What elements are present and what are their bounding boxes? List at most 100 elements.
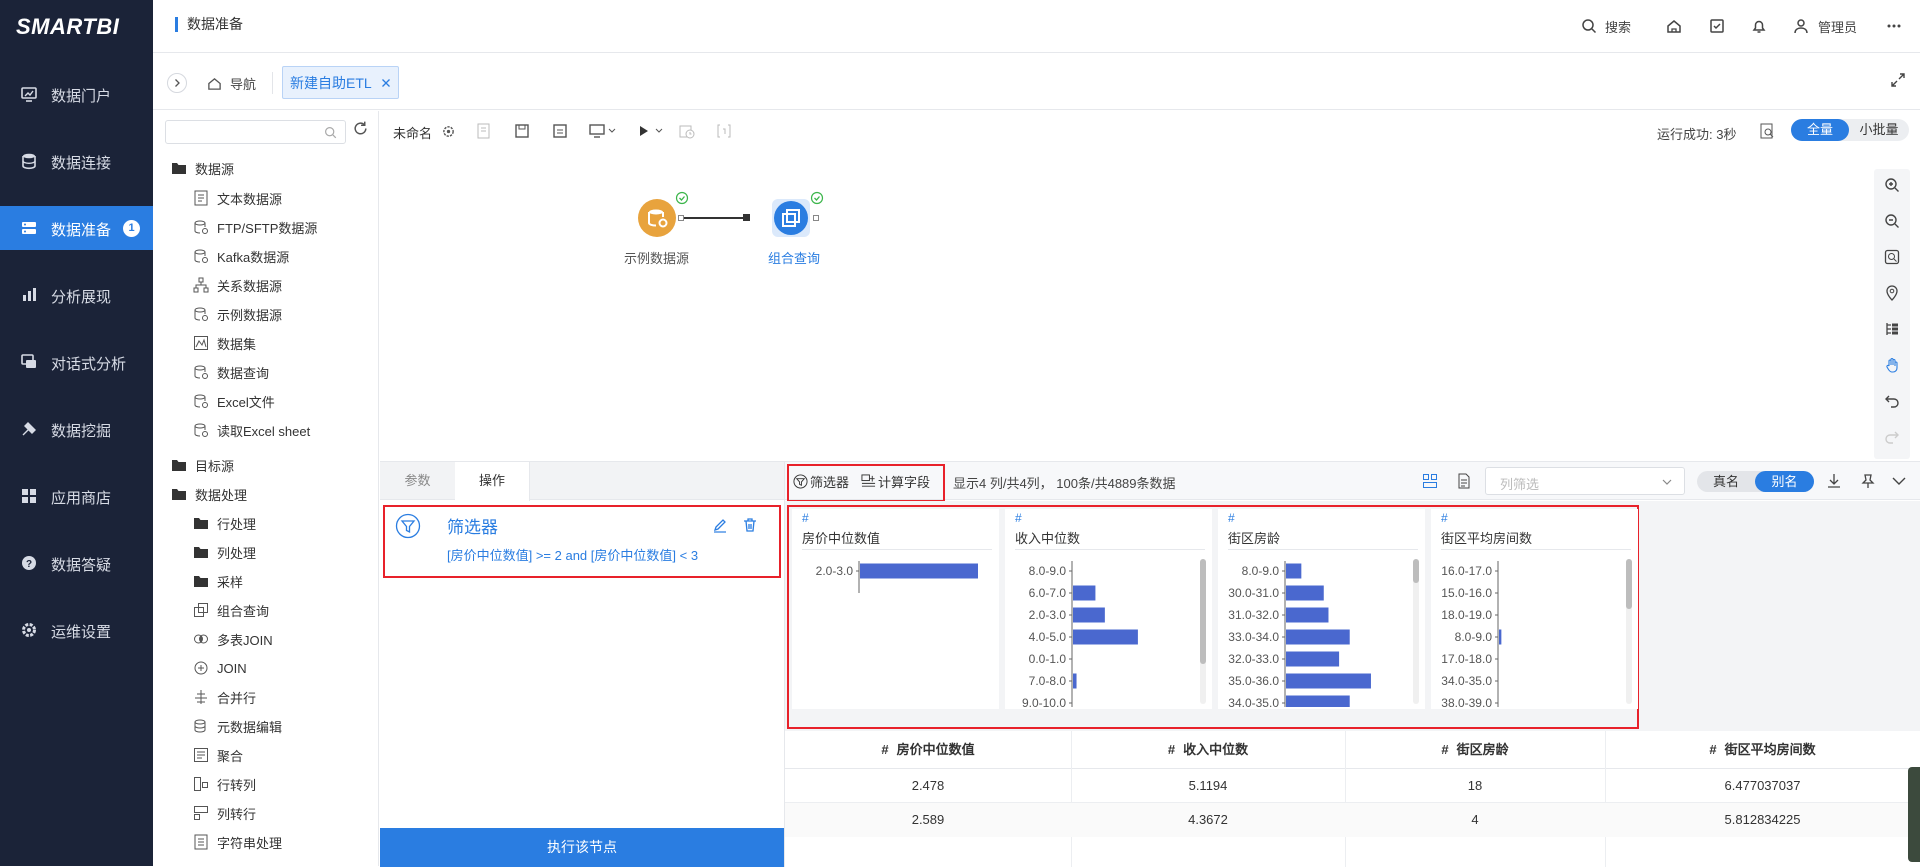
real-name-button[interactable]: 真名 [1697,471,1755,492]
run-node-button[interactable]: 执行该节点 [380,828,784,867]
tree-group-target[interactable]: 目标源 [171,453,234,477]
user-menu[interactable]: 管理员 [1793,14,1857,38]
delete-icon[interactable] [742,517,758,533]
notifications-button[interactable] [1751,14,1767,38]
tree-item[interactable]: Excel文件 [193,389,275,413]
histogram-bar[interactable] [1286,695,1350,708]
zoom-out-icon[interactable] [1884,213,1900,229]
fullscreen-button[interactable] [1890,72,1906,88]
tree-item[interactable]: 行处理 [193,511,256,535]
profile-histogram[interactable]: 8.0-9.0 6.0-7.0 2.0-3.0 4.0-5.0 0.0-1.0 7.0-8… [1005,557,1205,707]
profile-histogram[interactable]: 16.0-17.0 15.0-16.0 18.0-19.0 8.0-9.0 17.0-1… [1431,557,1631,707]
chevron-down-icon[interactable] [655,127,663,135]
refresh-icon[interactable] [352,120,369,137]
table-header-cell[interactable]: # 收入中位数 [1071,731,1345,769]
table-row[interactable]: 2.589 4.3672 4 5.812834225 [785,803,1920,837]
tree-item[interactable]: 数据查询 [193,360,269,384]
filter-operation-card[interactable]: 筛选器 [房价中位数值] >= 2 and [房价中位数值] < 3 [383,505,781,578]
mode-full-button[interactable]: 全量 [1791,119,1849,141]
histogram-bar[interactable] [1286,607,1329,623]
etl-name[interactable]: 未命名 [393,123,432,142]
tab-etl-active[interactable]: 新建自助ETL [282,66,399,99]
histogram-bar[interactable] [1073,607,1105,623]
collapse-chevron-icon[interactable] [1892,475,1906,487]
histogram-bar[interactable] [1073,585,1096,601]
node-combine-query[interactable] [774,201,808,235]
chevron-down-icon[interactable] [608,127,616,135]
filter-button[interactable]: 筛选器 [793,472,849,491]
brand-logo[interactable]: SMARTBI [16,14,119,40]
locate-icon[interactable] [1884,285,1900,301]
download-icon[interactable] [1826,473,1842,489]
tree-group-processing[interactable]: 数据处理 [171,482,247,506]
side-handle[interactable] [1908,767,1920,862]
tree-item[interactable]: 组合查询 [193,598,269,622]
auto-layout-icon[interactable] [1884,321,1900,337]
settings-icon[interactable] [442,125,455,138]
table-header-cell[interactable]: # 街区平均房间数 [1605,731,1920,769]
table-header-cell[interactable]: # 街区房龄 [1345,731,1605,769]
tree-item[interactable]: 关系数据源 [193,273,282,297]
tasks-button[interactable] [1709,14,1725,38]
histogram-bar[interactable] [1073,629,1138,645]
tree-item[interactable]: 文本数据源 [193,186,282,210]
scrollbar-thumb[interactable] [1200,559,1206,664]
properties-icon[interactable] [476,123,492,139]
tree-item[interactable]: 合并行 [193,685,256,709]
tree-item[interactable]: 数据集 [193,331,256,355]
column-filter-select[interactable]: 列筛选 [1485,467,1685,495]
close-icon[interactable] [381,78,391,88]
histogram-bar[interactable] [1286,629,1350,645]
more-button[interactable] [1886,14,1902,38]
tab-ops[interactable]: 操作 [455,462,530,501]
nav-item-analysis[interactable]: 分析展现 [0,273,153,317]
edge-connector[interactable] [684,217,747,219]
nav-item-mining[interactable]: 数据挖掘 [0,407,153,451]
schedule-icon[interactable] [679,123,695,139]
tree-item[interactable]: 元数据编辑 [193,714,282,738]
tree-item[interactable]: FTP/SFTP数据源 [193,215,317,239]
tree-item[interactable]: 示例数据源 [193,302,282,326]
home-button[interactable] [1666,14,1682,38]
pan-hand-icon[interactable] [1884,357,1900,373]
run-icon[interactable] [638,124,650,138]
table-header-cell[interactable]: # 房价中位数值 [785,731,1071,769]
fit-view-icon[interactable] [1884,249,1900,265]
zoom-in-icon[interactable] [1884,177,1900,193]
scrollbar[interactable] [1413,559,1419,704]
node-sample-datasource[interactable] [638,199,676,237]
log-icon[interactable] [716,123,732,139]
nav-item-connection[interactable]: 数据连接 [0,139,153,183]
save-icon[interactable] [514,123,530,139]
node-port[interactable] [813,215,819,221]
redo-icon[interactable] [1884,429,1900,445]
nav-item-portal[interactable]: 数据门户 [0,72,153,116]
save-as-icon[interactable] [552,123,568,139]
alias-button[interactable]: 别名 [1755,471,1814,492]
tree-item[interactable]: 列处理 [193,540,256,564]
nav-item-help[interactable]: ? 数据答疑 [0,541,153,585]
tab-navigation[interactable]: 导航 [207,74,256,92]
scrollbar[interactable] [1626,559,1632,704]
nav-item-data-prep[interactable]: 数据准备 1 [0,206,153,250]
tree-item[interactable]: 字符串处理 [193,830,282,854]
tree-item[interactable]: 采样 [193,569,243,593]
nav-item-ops-settings[interactable]: 运维设置 [0,608,153,652]
flow-canvas[interactable]: 示例数据源 组合查询 [380,151,1920,461]
profile-histogram[interactable]: 2.0-3.0 [792,557,992,707]
tree-group-datasource[interactable]: 数据源 [171,156,234,180]
histogram-bar[interactable] [1286,585,1324,601]
tree-item[interactable]: 多表JOIN [193,627,273,651]
tree-item[interactable]: Kafka数据源 [193,244,289,268]
tree-item[interactable]: 聚合 [193,743,243,767]
nav-item-app-store[interactable]: 应用商店 [0,474,153,518]
calc-field-button[interactable]: 计算字段 [861,472,930,491]
scrollbar[interactable] [1200,559,1206,704]
search-button[interactable]: 搜索 [1581,14,1647,38]
scrollbar-thumb[interactable] [1626,559,1632,609]
histogram-bar[interactable] [1286,651,1340,667]
histogram-bar[interactable] [1073,673,1077,689]
profile-histogram[interactable]: 8.0-9.0 30.0-31.0 31.0-32.0 33.0-34.0 32.0-3… [1218,557,1418,707]
tree-item[interactable]: JOIN [193,656,247,680]
tree-item[interactable]: 读取Excel sheet [193,418,310,442]
